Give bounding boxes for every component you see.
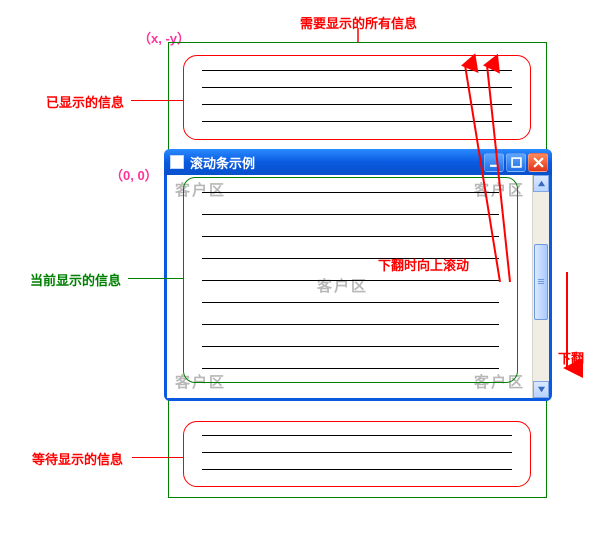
chevron-down-icon	[537, 385, 546, 394]
label-page-down: 下翻	[558, 348, 584, 367]
label-waiting-shown: 等待显示的信息	[32, 449, 123, 468]
label-coord-origin: （0, 0）	[110, 165, 158, 184]
connector-waiting-shown	[132, 457, 184, 458]
label-currently-shown: 当前显示的信息	[30, 270, 121, 289]
label-already-shown: 已显示的信息	[46, 92, 124, 111]
connector-currently-shown	[128, 278, 184, 279]
window-title: 滚动条示例	[190, 153, 484, 172]
connector-already-shown	[131, 100, 183, 101]
waiting-shown-box	[183, 421, 531, 487]
arrow-content-scroll-up	[455, 57, 555, 287]
app-icon	[170, 155, 184, 169]
scrollbar-down-button[interactable]	[533, 381, 549, 398]
